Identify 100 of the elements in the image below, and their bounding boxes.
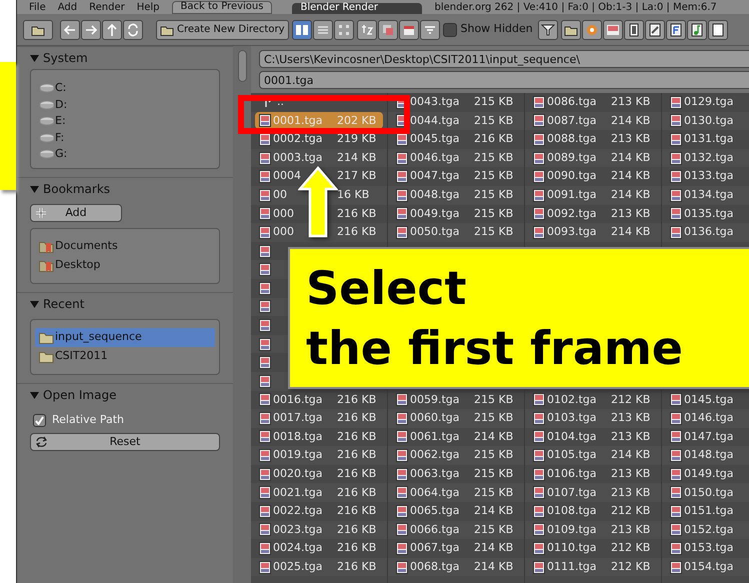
file-size: 216 KB	[337, 484, 376, 501]
file-name: 0111.tga	[547, 558, 598, 575]
image-entry[interactable]: 0151.tga	[666, 502, 749, 520]
file-name: 0060.tga	[410, 410, 461, 426]
sidebar-item[interactable]: input_sequence	[35, 328, 215, 347]
file-size: 215 KB	[474, 392, 514, 408]
file-name: 0019.tga	[273, 447, 324, 464]
panel-header[interactable]: Recent	[30, 293, 220, 315]
file-name: 0047.tga	[410, 168, 461, 184]
file-size: 216 KB	[337, 392, 376, 408]
menu-item[interactable]: Help	[136, 3, 160, 14]
file-name: 0087.tga	[547, 112, 598, 129]
file-name: 0044.tga	[410, 112, 461, 129]
file-name: 0091.tga	[547, 187, 598, 204]
file-size: 217 KB	[337, 168, 376, 184]
file-name: 0068.tga	[410, 558, 461, 575]
file-size: 216 KB	[337, 503, 376, 520]
file-size: 216 KB	[337, 466, 376, 482]
menu-item[interactable]: Render	[89, 3, 125, 14]
sidebar-item[interactable]: G:	[35, 146, 215, 162]
image-entry[interactable]: 0147.tga	[666, 428, 749, 446]
image-entry[interactable]: 0067.tga 214 KB	[392, 540, 520, 558]
path-field[interactable]: C:\Users\Kevincosner\Desktop\CSIT2011\input_sequence\	[259, 50, 749, 68]
file-size: 216 KB	[474, 131, 514, 148]
image-entry[interactable]: 0110.tga 212 KB	[529, 540, 657, 558]
sidebar-item[interactable]: D:	[35, 96, 215, 113]
sidebar-item[interactable]: Desktop	[35, 256, 215, 275]
file-name: 0135.tga	[684, 206, 735, 222]
file-name: 0106.tga	[547, 466, 598, 482]
panel-header[interactable]: Open Image	[30, 384, 220, 406]
panel-header[interactable]: Bookmarks	[30, 178, 220, 200]
image-entry[interactable]: 000 216 KB	[255, 205, 383, 222]
callout-text: Select	[306, 260, 468, 317]
file-size: 214 KB	[611, 112, 650, 129]
image-entry[interactable]: 0153.tga	[666, 540, 749, 558]
file-size: 214 KB	[474, 558, 514, 575]
image-entry[interactable]: 0086.tga 213 KB	[529, 94, 657, 111]
file-name: 00	[273, 187, 288, 204]
filename-field[interactable]: 0001.tga	[259, 71, 749, 89]
image-entry[interactable]: 0024.tga 216 KB	[255, 540, 383, 558]
image-entry[interactable]: 0045.tga 216 KB	[392, 130, 520, 148]
file-size: 212 KB	[611, 558, 650, 575]
create-directory-button[interactable]: Create New Directory	[156, 20, 288, 40]
image-entry[interactable]: 0063.tga 215 KB	[392, 466, 520, 483]
reset-button[interactable]: Reset	[30, 433, 220, 451]
image-entry[interactable]: 0002.tga 219 KB	[255, 130, 383, 148]
file-size: 213 KB	[611, 131, 650, 148]
image-entry[interactable]: 0108.tga 212 KB	[529, 502, 657, 520]
render-engine-dropdown[interactable]: Blender Render	[292, 3, 422, 14]
image-entry[interactable]: 0047.tga 215 KB	[392, 168, 520, 186]
back-button[interactable]: Back to Previous	[172, 1, 272, 14]
image-entry[interactable]: 0145.tga	[666, 391, 749, 408]
add-button[interactable]: Add	[30, 204, 122, 222]
file-name: 0148.tga	[684, 447, 735, 464]
image-entry[interactable]: 0065.tga 214 KB	[392, 502, 520, 520]
image-entry[interactable]: 0129.tga	[666, 94, 749, 111]
sidebar-item[interactable]: E:	[35, 113, 215, 130]
file-name: 0152.tga	[684, 522, 735, 538]
file-size: 215 KB	[474, 187, 514, 204]
image-entry[interactable]: 0022.tga 216 KB	[255, 502, 383, 520]
file-size: 216 KB	[337, 410, 376, 426]
image-entry[interactable]: 0102.tga 212 KB	[529, 391, 657, 408]
file-size: 202 KB	[337, 112, 376, 129]
file-name: 0093.tga	[547, 224, 598, 240]
image-entry[interactable]: 0092.tga 213 KB	[529, 205, 657, 222]
image-entry[interactable]: 0090.tga 214 KB	[529, 168, 657, 186]
image-entry[interactable]: 0018.tga 216 KB	[255, 428, 383, 446]
file-size: 213 KB	[611, 484, 650, 501]
image-entry[interactable]: 0149.tga	[666, 466, 749, 483]
image-entry[interactable]: 0061.tga 214 KB	[392, 428, 520, 446]
image-entry[interactable]: 0016.tga 216 KB	[255, 391, 383, 408]
menu-item[interactable]: File	[29, 3, 46, 14]
image-entry[interactable]: 0135.tga	[666, 205, 749, 222]
file-name: 0133.tga	[684, 168, 735, 184]
sidebar-item[interactable]: C:	[35, 80, 215, 96]
image-entry[interactable]: 0059.tga 215 KB	[392, 391, 520, 408]
file-size: 215 KB	[474, 224, 514, 240]
sidebar-item[interactable]: Documents	[35, 237, 215, 256]
file-size: 216 KB	[337, 428, 376, 445]
file-name: 0001.tga	[273, 112, 324, 129]
menu-item[interactable]: Add	[58, 3, 78, 14]
image-entry[interactable]: 0049.tga 215 KB	[392, 205, 520, 222]
panel-header[interactable]: System	[30, 47, 220, 69]
file-name: 0107.tga	[547, 484, 598, 501]
image-entry[interactable]: 0133.tga	[666, 168, 749, 186]
image-entry[interactable]: 0104.tga 213 KB	[529, 428, 657, 446]
file-size: 213 KB	[611, 466, 650, 482]
image-entry[interactable]: 0106.tga 213 KB	[529, 466, 657, 483]
image-entry[interactable]: 0004 217 KB	[255, 168, 383, 186]
parent-directory-item[interactable]: ..	[255, 94, 284, 111]
image-entry[interactable]: 0131.tga	[666, 130, 749, 148]
image-entry[interactable]: 0020.tga 216 KB	[255, 466, 383, 483]
file-size: 216 KB	[337, 206, 376, 222]
file-name: 0016.tga	[273, 392, 324, 408]
sidebar-item[interactable]: CSIT2011	[35, 347, 215, 366]
file-name: 0089.tga	[547, 150, 598, 166]
image-entry[interactable]: 0088.tga 213 KB	[529, 130, 657, 148]
sidebar-item[interactable]: F:	[35, 130, 215, 146]
file-name: 0063.tga	[410, 466, 461, 482]
file-size: 215 KB	[474, 206, 514, 222]
